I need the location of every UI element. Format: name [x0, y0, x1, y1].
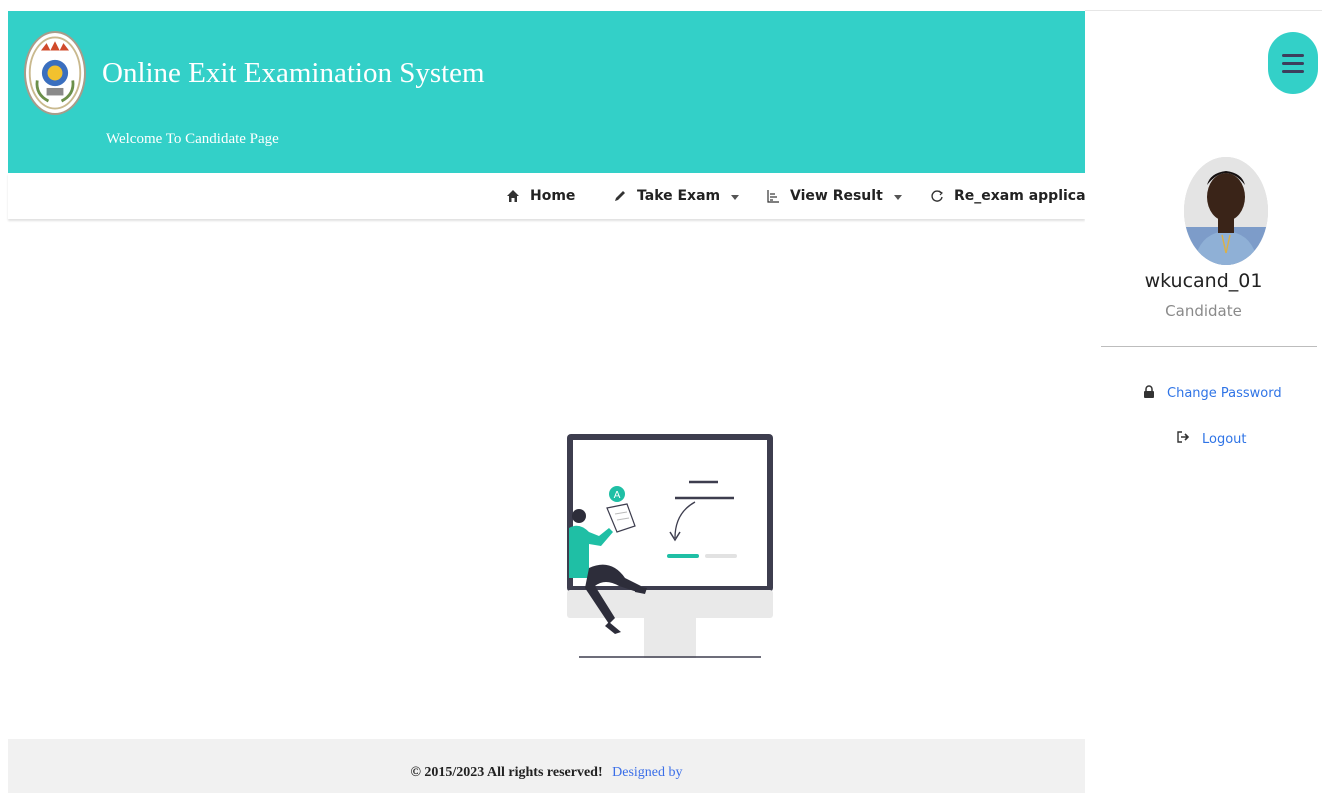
nav-take-exam-label: Take Exam	[637, 188, 721, 204]
designed-by-link[interactable]: Designed by	[612, 765, 682, 780]
nav-re-exam-label: Re_exam applicant	[954, 188, 1103, 204]
user-role: Candidate	[1165, 302, 1242, 320]
app-title: Online Exit Examination System	[102, 57, 485, 89]
profile-sidebar: wkucand_01 Candidate Change Password Log…	[1085, 0, 1322, 793]
exam-illustration: A	[555, 428, 780, 663]
username: wkucand_01	[1144, 270, 1263, 292]
page-footer: © 2015/2023 All rights reserved! Designe…	[8, 739, 1085, 793]
nav-re-exam-applicant[interactable]: Re_exam applicant	[928, 187, 1102, 205]
copyright-text: © 2015/2023 All rights reserved!	[410, 765, 603, 780]
university-seal-icon	[24, 31, 86, 115]
chevron-down-icon	[893, 194, 902, 200]
main-area: Online Exit Examination System Welcome T…	[0, 0, 1102, 793]
hamburger-icon[interactable]	[1268, 32, 1318, 94]
welcome-text: Welcome To Candidate Page	[106, 131, 279, 147]
top-navbar: Home Take Exam View Result Re_exam appli…	[8, 173, 1102, 219]
home-icon	[504, 187, 522, 205]
nav-home[interactable]: Home	[504, 187, 575, 205]
chevron-down-icon	[731, 194, 740, 200]
logout-label: Logout	[1202, 431, 1247, 447]
refresh-icon	[928, 187, 946, 205]
avatar	[1184, 157, 1268, 265]
pencil-icon	[611, 187, 629, 205]
footer-text: © 2015/2023 All rights reserved! Designe…	[8, 765, 1085, 781]
nav-take-exam[interactable]: Take Exam	[611, 187, 740, 205]
sidebar-divider	[1101, 346, 1317, 347]
badge-letter: A	[614, 490, 621, 501]
change-password-link[interactable]: Change Password	[1141, 385, 1282, 402]
nav-home-label: Home	[530, 188, 576, 204]
nav-view-result[interactable]: View Result	[764, 187, 902, 205]
lock-icon	[1141, 385, 1157, 402]
logout-link[interactable]: Logout	[1176, 431, 1247, 447]
page-header: Online Exit Examination System Welcome T…	[8, 11, 1085, 173]
chart-icon	[764, 187, 782, 205]
change-password-label: Change Password	[1167, 386, 1282, 401]
nav-view-result-label: View Result	[790, 188, 883, 204]
logout-icon	[1176, 431, 1192, 447]
sidebar-top-border	[1085, 10, 1322, 11]
